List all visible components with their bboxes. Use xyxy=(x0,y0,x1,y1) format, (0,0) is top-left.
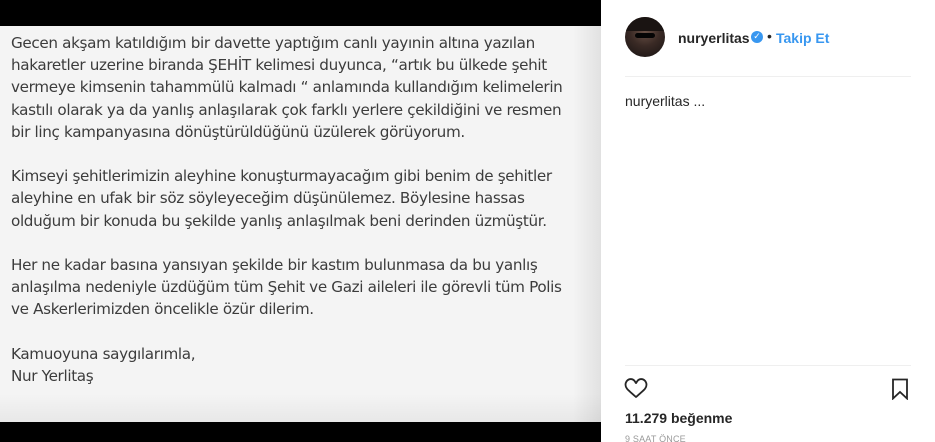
statement-line: Kamuoyuna saygılarımla, xyxy=(11,344,196,363)
statement-line: kastılı olarak ya da yanlış anlaşılarak … xyxy=(11,100,562,119)
statement-line: Her ne kadar basına yansıyan şekilde bir… xyxy=(11,256,538,274)
statement-line: ve Askerlerimizden öncelikle özür dileri… xyxy=(11,300,314,319)
statement-paragraph: Her ne kadar basına yansıyan şekilde bir… xyxy=(11,254,596,321)
statement-line: aleyhine en ufak bir söz söyleyeceğim dü… xyxy=(11,189,525,208)
verified-badge-icon: ✓ xyxy=(751,31,763,43)
header-separator: • xyxy=(767,28,772,44)
statement-paragraph: Kimseyi şehitlerimizin aleyhine konuştur… xyxy=(11,165,596,232)
post-sidebar: nuryerlitas ✓ • Takip Et nuryerlitas ...… xyxy=(601,0,935,442)
avatar[interactable] xyxy=(625,17,665,57)
post-header: nuryerlitas ✓ • Takip Et xyxy=(601,0,935,77)
image-shade-right xyxy=(573,26,601,422)
post-timestamp[interactable]: 9 SAAT ÖNCE xyxy=(625,434,686,442)
heart-icon[interactable] xyxy=(623,376,649,400)
statement-line: vermeye kimsenin tahammülü kalmadı “ anl… xyxy=(11,78,563,97)
statement-line: anlaşılma nedeniyle üzdüğüm tüm Şehit ve… xyxy=(11,278,562,297)
post-image[interactable]: Gecen akşam katıldığım bir davette yaptı… xyxy=(0,26,601,422)
statement-text: Gecen akşam katıldığım bir davette yaptı… xyxy=(11,32,596,409)
statement-line: olduğum bir konuda bu şekilde yanlış anl… xyxy=(11,211,547,230)
likes-number: 11.279 xyxy=(625,410,668,426)
avatar-hair xyxy=(625,17,665,31)
actions-divider xyxy=(625,365,911,366)
username-link[interactable]: nuryerlitas xyxy=(678,30,750,46)
follow-button[interactable]: Takip Et xyxy=(776,30,829,46)
caption: nuryerlitas ... xyxy=(625,93,706,109)
statement-line: bir linç kampanyasına dönüştürüldüğünü ü… xyxy=(11,122,465,141)
header-divider xyxy=(625,76,911,77)
likes-count[interactable]: 11.279 beğenme xyxy=(625,410,732,426)
statement-paragraph: Kamuoyuna saygılarımla, Nur Yerlitaş xyxy=(11,343,596,387)
statement-paragraph: Gecen akşam katıldığım bir davette yaptı… xyxy=(11,32,596,143)
statement-line: hakaretler uzerine biranda ŞEHİT kelimes… xyxy=(11,56,547,75)
image-shade-bottom xyxy=(0,394,601,422)
likes-label: beğenme xyxy=(670,410,733,426)
statement-line: Gecen akşam katıldığım bir davette yaptı… xyxy=(11,34,535,52)
post-media[interactable]: Gecen akşam katıldığım bir davette yaptı… xyxy=(0,0,601,442)
avatar-glasses xyxy=(635,33,655,38)
statement-line: Nur Yerlitaş xyxy=(11,367,94,385)
statement-line: Kimseyi şehitlerimizin aleyhine konuştur… xyxy=(11,167,552,186)
bookmark-icon[interactable] xyxy=(890,378,910,400)
